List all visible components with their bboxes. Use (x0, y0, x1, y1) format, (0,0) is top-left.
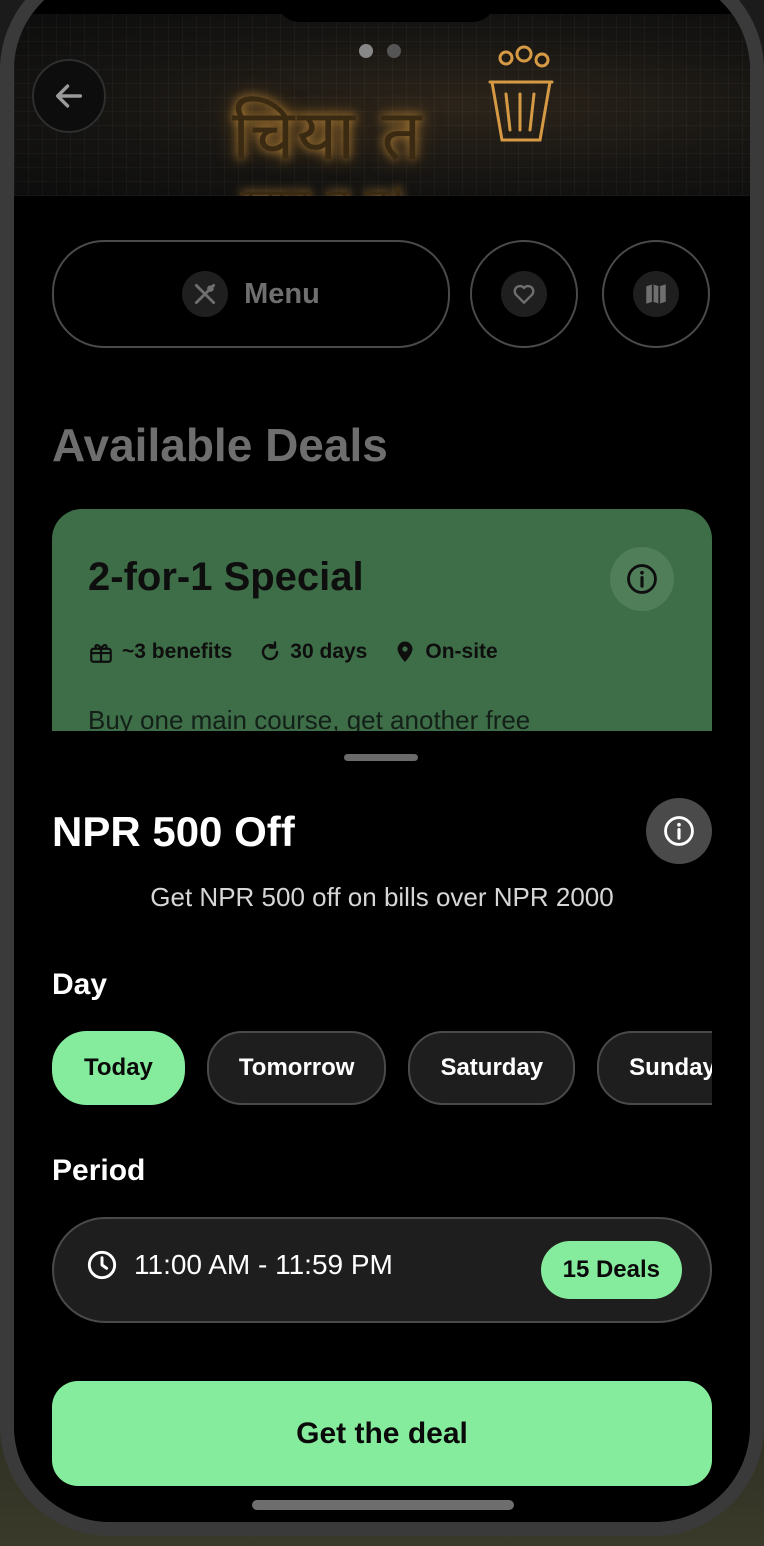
hero-image: चिया त खाउ न त! (14, 14, 750, 196)
info-icon (627, 564, 657, 594)
favorite-button[interactable] (470, 240, 578, 348)
menu-button-label: Menu (244, 277, 320, 310)
benefits-meta: ~3 benefits (88, 639, 232, 665)
hero-sign-text: चिया त (232, 94, 424, 176)
period-time: 11:00 AM - 11:59 PM (86, 1249, 393, 1281)
clock-icon (87, 1250, 117, 1280)
location-meta: On-site (393, 639, 498, 665)
refresh-icon (262, 641, 279, 661)
sheet-info-button[interactable] (646, 798, 712, 864)
carousel-dot[interactable] (359, 44, 373, 58)
utensils-icon (182, 271, 229, 317)
deal-card-description: Buy one main course, get another free (88, 705, 531, 731)
location-text: On-site (425, 640, 498, 663)
back-arrow-icon (55, 84, 83, 108)
action-row: Menu (52, 240, 712, 348)
deal-bottom-sheet: NPR 500 Off Get NPR 500 off on bills ove… (14, 732, 750, 1522)
gift-icon (90, 643, 112, 663)
duration-text: 30 days (290, 640, 368, 663)
back-button[interactable] (32, 59, 106, 133)
carousel-dots (359, 44, 401, 58)
get-deal-button[interactable]: Get the deal (52, 1381, 712, 1486)
deal-meta: ~3 benefits 30 days On-site (88, 639, 498, 665)
day-chip-sunday[interactable]: Sunday (597, 1031, 712, 1105)
day-chips: Today Tomorrow Saturday Sunday (52, 1031, 712, 1105)
day-chip-today[interactable]: Today (52, 1031, 185, 1105)
benefits-text: ~3 benefits (122, 640, 233, 663)
sheet-title: NPR 500 Off (52, 808, 295, 855)
deal-card[interactable]: 2-for-1 Special ~3 benefits 30 days On-s… (52, 509, 712, 731)
period-time-text: 11:00 AM - 11:59 PM (134, 1249, 393, 1280)
map-icon (633, 271, 679, 317)
location-pin-icon (397, 641, 413, 662)
deal-info-button[interactable] (610, 547, 674, 611)
tea-cup-illustration (488, 45, 554, 142)
home-indicator (252, 1500, 514, 1510)
info-icon (664, 816, 694, 846)
sheet-description: Get NPR 500 off on bills over NPR 2000 (150, 882, 614, 912)
period-selector[interactable]: 11:00 AM - 11:59 PM 15 Deals (52, 1217, 712, 1323)
map-button[interactable] (602, 240, 710, 348)
deal-card-title: 2-for-1 Special (88, 555, 364, 599)
duration-meta: 30 days (258, 640, 367, 664)
device-notch (276, 0, 496, 22)
menu-button[interactable]: Menu (52, 240, 450, 348)
sheet-grabber[interactable] (344, 754, 418, 761)
section-title: Available Deals (52, 419, 388, 471)
carousel-dot[interactable] (387, 44, 401, 58)
day-chip-saturday[interactable]: Saturday (408, 1031, 576, 1105)
period-label: Period (52, 1154, 146, 1187)
heart-icon (501, 271, 547, 317)
day-chip-tomorrow[interactable]: Tomorrow (206, 1031, 387, 1105)
day-label: Day (52, 968, 108, 1001)
deals-count-badge: 15 Deals (540, 1241, 682, 1299)
hero-sign-text-2: खाउ न त! (240, 172, 407, 196)
phone-frame: चिया त खाउ न त! (0, 0, 764, 1536)
